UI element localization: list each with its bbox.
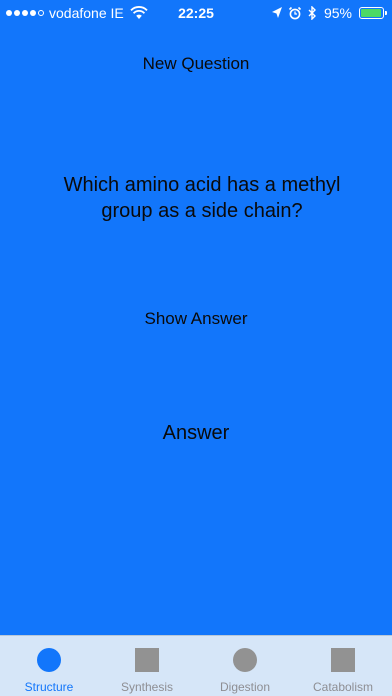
tab-synthesis[interactable]: Synthesis [98,636,196,696]
bluetooth-icon [308,6,316,20]
tab-label: Catabolism [312,680,374,694]
tab-structure[interactable]: Structure [0,636,98,696]
new-question-button[interactable]: New Question [0,54,392,74]
answer-text: Answer [162,422,230,444]
tab-label: Structure [24,680,74,694]
tab-digestion[interactable]: Digestion [196,636,294,696]
alarm-clock-icon [288,6,302,20]
tab-catabolism[interactable]: Catabolism [294,636,392,696]
battery-level [361,9,381,17]
status-bar: vodafone IE 22:25 95% [0,0,392,28]
tab-bar: Structure Synthesis Digestion Catabolism [0,635,392,696]
filled-circle-icon [37,648,61,672]
location-arrow-icon [271,7,282,18]
square-icon [331,648,355,672]
square-icon [135,648,159,672]
screen: vodafone IE 22:25 95% New Question Which… [0,0,392,696]
show-answer-button[interactable]: Show Answer [0,309,392,329]
circle-icon [233,648,257,672]
question-text: Which amino acid has a methyl group as a… [63,174,341,222]
tab-label: Digestion [219,680,271,694]
battery-icon [359,7,387,19]
status-right: 95% [271,5,387,21]
tab-label: Synthesis [120,680,174,694]
battery-percentage: 95% [323,5,352,21]
battery-cap [385,11,387,15]
